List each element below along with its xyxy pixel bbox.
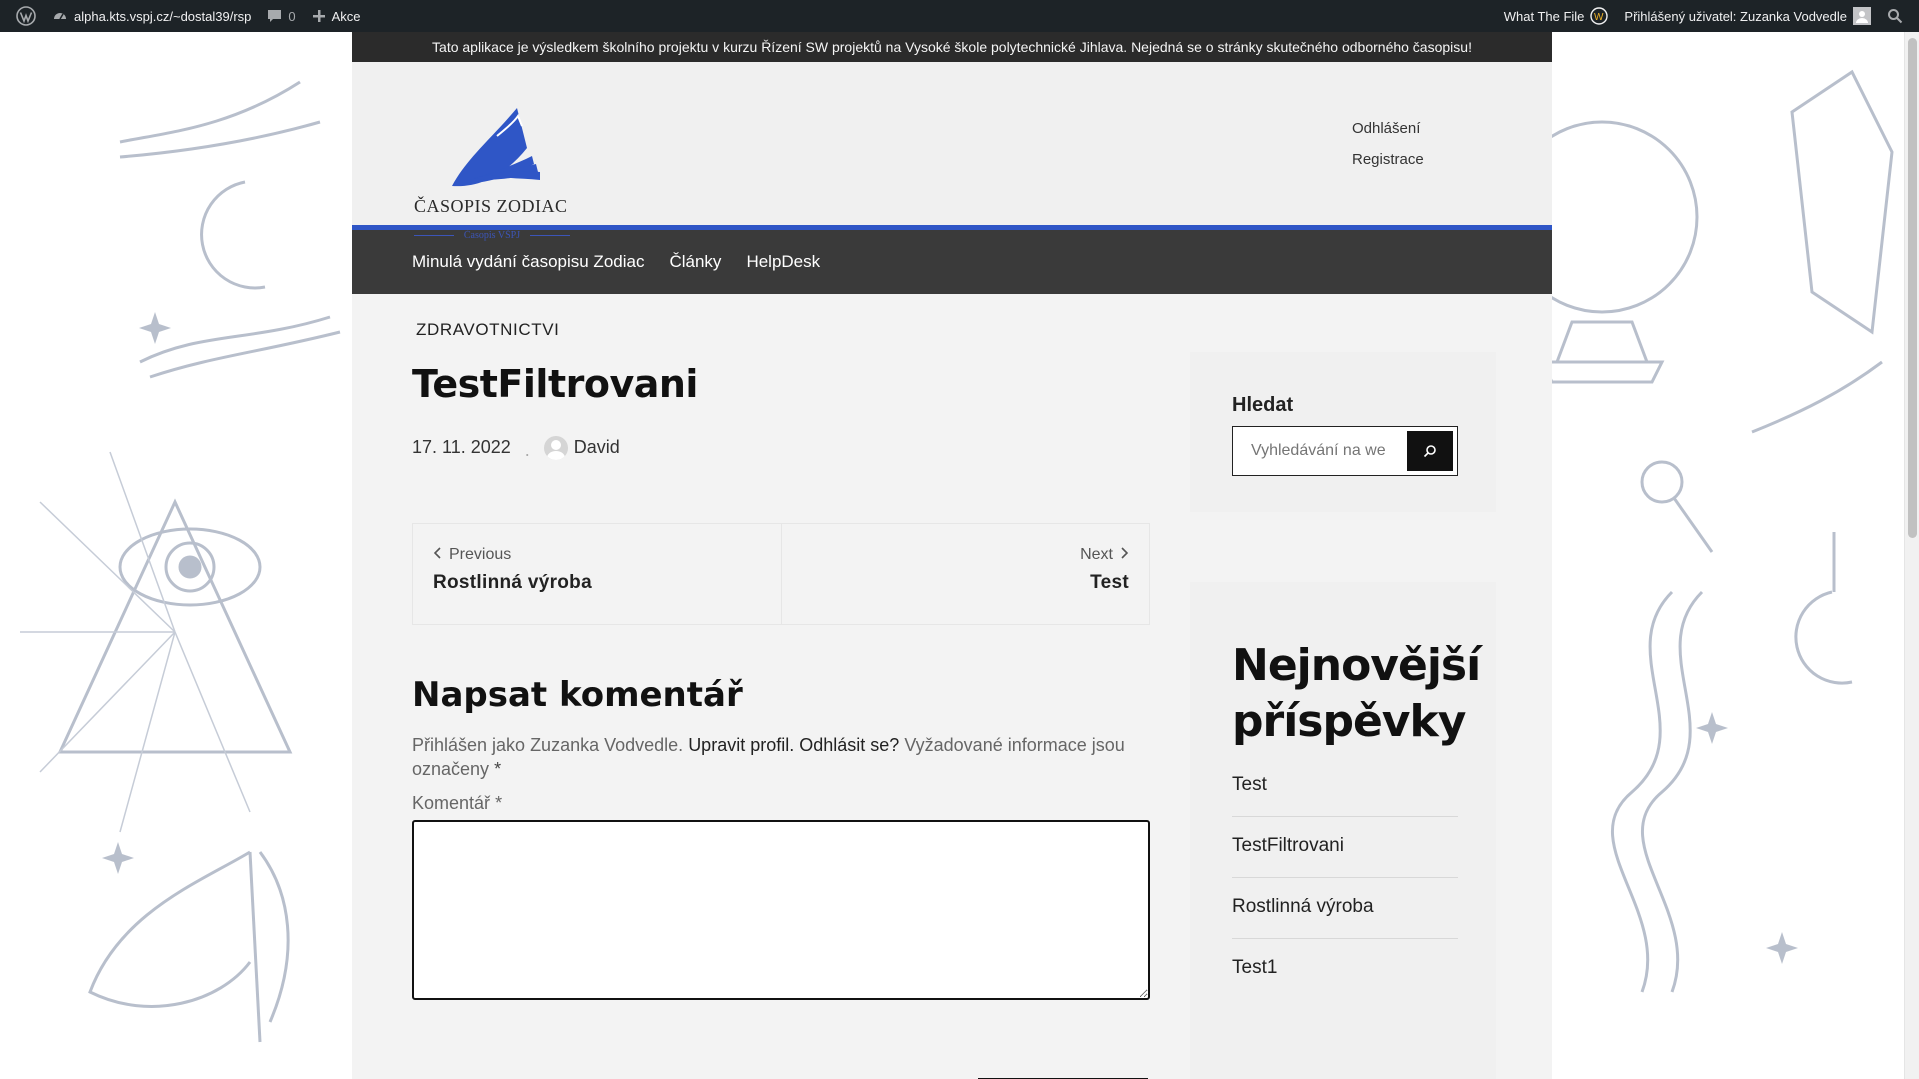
- previous-post-link[interactable]: Previous Rostlinná výroba: [413, 524, 781, 624]
- comments-link[interactable]: 0: [259, 0, 303, 32]
- nav-item-past-issues[interactable]: Minulá vydání časopisu Zodiac: [412, 252, 644, 272]
- comment-textarea[interactable]: [412, 820, 1150, 1000]
- recent-posts-list: Test TestFiltrovani Rostlinná výroba Tes…: [1232, 774, 1458, 999]
- recent-post-item[interactable]: Test: [1232, 774, 1458, 817]
- admin-bar: alpha.kts.vspj.cz/~dostal39/rsp 0 Akce W…: [0, 0, 1919, 32]
- nav-item-helpdesk[interactable]: HelpDesk: [746, 252, 820, 272]
- background-illustration-left: [20, 80, 341, 1043]
- post-content: ZDRAVOTNICTVI TestFiltrovani 17. 11. 202…: [412, 320, 1150, 1005]
- recent-post-item[interactable]: TestFiltrovani: [1232, 817, 1458, 878]
- required-asterisk: *: [494, 759, 502, 779]
- register-link[interactable]: Registrace: [1352, 151, 1424, 168]
- plugin-label: What The File: [1503, 8, 1585, 24]
- search-icon: [1888, 9, 1903, 24]
- comment-icon: [268, 9, 282, 22]
- new-content-label: Akce: [331, 8, 361, 24]
- next-label-row: Next: [1080, 546, 1129, 564]
- search-button[interactable]: [1407, 431, 1453, 471]
- recent-post-item[interactable]: Test1: [1232, 939, 1458, 999]
- edit-profile-link[interactable]: Upravit profil.: [688, 735, 794, 755]
- logged-user-label: Přihlášený uživatel: Zuzanka Vodvedle: [1624, 8, 1847, 24]
- comments-count: 0: [288, 8, 296, 24]
- post-navigation: Previous Rostlinná výroba Next Test: [412, 523, 1150, 625]
- logo-title[interactable]: ČASOPIS ZODIAC: [414, 196, 568, 217]
- logout-link[interactable]: Odhlášení: [1352, 120, 1424, 137]
- chevron-left-icon: [433, 547, 441, 559]
- author-avatar: [543, 435, 568, 460]
- post-meta: 17. 11. 2022 . David: [412, 434, 1150, 461]
- wordpress-icon: [16, 6, 36, 26]
- logout-comment-link[interactable]: Odhlásit se?: [799, 735, 899, 755]
- comment-label-asterisk: *: [495, 793, 503, 813]
- plugin-link[interactable]: What The File W: [1496, 0, 1617, 32]
- previous-post-title: Rostlinná výroba: [433, 572, 592, 593]
- svg-text:W: W: [1594, 12, 1604, 23]
- recent-posts-widget: Nejnovější příspěvky Test TestFiltrovani…: [1190, 582, 1496, 1079]
- next-post-link[interactable]: Next Test: [780, 524, 1150, 624]
- chevron-right-icon: [1121, 547, 1129, 559]
- search-form: [1232, 426, 1458, 476]
- search-icon: [1423, 445, 1436, 458]
- comment-form-title: Napsat komentář: [412, 675, 743, 715]
- next-label: Next: [1080, 546, 1113, 563]
- background-illustration-right: [1552, 69, 1894, 993]
- meta-separator: .: [524, 440, 530, 460]
- post-category[interactable]: ZDRAVOTNICTVI: [416, 320, 1150, 340]
- search-widget-title: Hledat: [1232, 394, 1294, 416]
- author-name: David: [573, 437, 620, 457]
- logged-in-note: Přihlášen jako Zuzanka Vodvedle. Upravit…: [412, 733, 1152, 781]
- dashboard-icon: [54, 13, 66, 20]
- search-input[interactable]: [1233, 427, 1403, 475]
- comment-field-label: Komentář *: [412, 793, 1150, 814]
- nav-item-articles[interactable]: Články: [669, 252, 721, 272]
- user-account-menu[interactable]: Přihlášený uživatel: Zuzanka Vodvedle: [1616, 0, 1879, 32]
- comment-label-text: Komentář: [412, 793, 491, 813]
- site-url: alpha.kts.vspj.cz/~dostal39/rsp: [74, 8, 252, 24]
- post-author[interactable]: David: [543, 435, 620, 460]
- adminbar-search[interactable]: [1879, 0, 1911, 32]
- recent-posts-title: Nejnovější příspěvky: [1232, 640, 1481, 747]
- logo-subtitle-text: Časopis VŠPJ: [463, 230, 521, 241]
- previous-label-row: Previous: [433, 546, 761, 564]
- post-date[interactable]: 17. 11. 2022: [412, 437, 511, 458]
- post-title: TestFiltrovani: [412, 362, 698, 406]
- recent-post-item[interactable]: Rostlinná výroba: [1232, 878, 1458, 939]
- site-header: ČASOPIS ZODIAC Časopis VŠPJ Odhlášení Re…: [352, 62, 1552, 241]
- previous-label: Previous: [449, 546, 512, 563]
- logo-subtitle: Časopis VŠPJ: [414, 230, 571, 241]
- wordpress-menu[interactable]: [8, 0, 44, 32]
- new-content-link[interactable]: Akce: [304, 0, 369, 32]
- plus-icon: [312, 10, 325, 22]
- site-name-link[interactable]: alpha.kts.vspj.cz/~dostal39/rsp: [44, 0, 259, 32]
- next-post-title: Test: [1090, 572, 1129, 593]
- site-container: Tato aplikace je výsledkem školního proj…: [352, 32, 1552, 1079]
- header-account-links: Odhlášení Registrace: [1352, 120, 1424, 168]
- plugin-logo-icon: W: [1590, 7, 1609, 25]
- scrollbar-thumb[interactable]: [1908, 38, 1917, 538]
- search-widget: Hledat: [1190, 352, 1496, 512]
- user-avatar: [1853, 7, 1871, 25]
- project-notice: Tato aplikace je výsledkem školního proj…: [352, 32, 1552, 62]
- page-scrollbar[interactable]: [1904, 32, 1919, 1079]
- logged-in-as: Přihlášen jako Zuzanka Vodvedle.: [412, 735, 684, 755]
